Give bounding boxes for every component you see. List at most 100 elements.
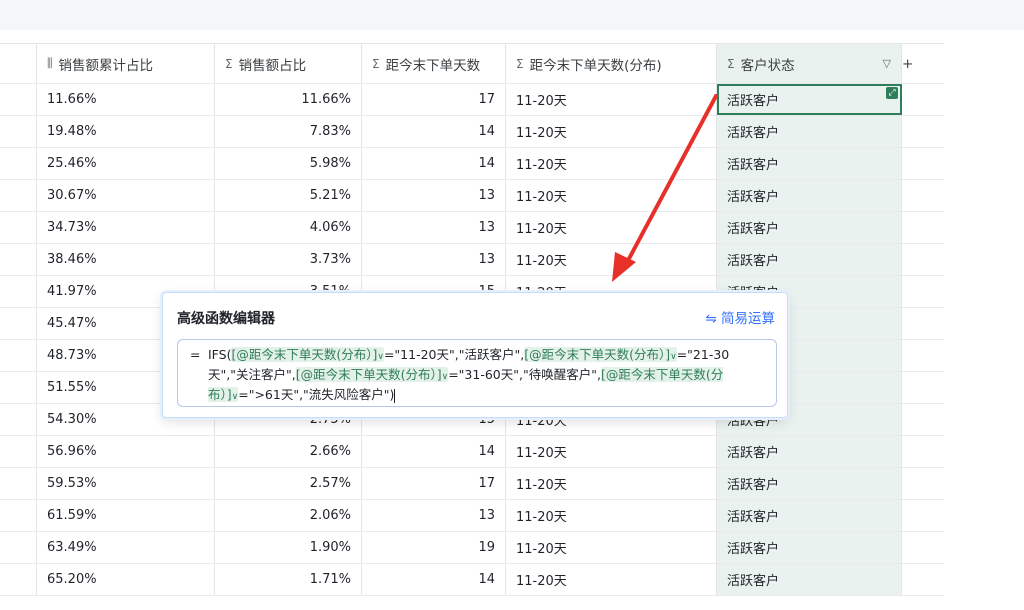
row-index-cell[interactable] xyxy=(0,340,37,371)
customer-status-cell[interactable]: 活跃客户 xyxy=(717,436,902,467)
days-since-order-cell[interactable]: 13 xyxy=(362,244,506,275)
row-index-header xyxy=(0,44,37,83)
days-since-order-cell[interactable]: 19 xyxy=(362,532,506,563)
chevron-down-icon[interactable]: ∨ xyxy=(377,352,384,362)
empty-cell xyxy=(902,372,944,403)
customer-status-cell[interactable]: 活跃客户 xyxy=(717,532,902,563)
cumulative-share-cell[interactable]: 56.96% xyxy=(37,436,215,467)
days-distribution-cell[interactable]: 11-20天 xyxy=(506,148,717,179)
row-index-cell[interactable] xyxy=(0,180,37,211)
column-header-sales-share[interactable]: Σ 销售额占比 xyxy=(215,44,362,83)
days-since-order-cell[interactable]: 13 xyxy=(362,500,506,531)
field-reference[interactable]: [@距今末下单天数(分布）]∨ xyxy=(231,347,384,362)
formula-text: IFS( xyxy=(208,347,232,362)
filter-icon[interactable]: ▽ xyxy=(883,57,891,70)
days-distribution-cell[interactable]: 11-20天 xyxy=(506,532,717,563)
days-distribution-cell[interactable]: 11-20天 xyxy=(506,436,717,467)
row-index-cell[interactable] xyxy=(0,84,37,115)
row-index-cell[interactable] xyxy=(0,244,37,275)
customer-status-cell[interactable]: 活跃客户 xyxy=(717,500,902,531)
days-since-order-cell[interactable]: 13 xyxy=(362,212,506,243)
cumulative-share-cell[interactable]: 38.46% xyxy=(37,244,215,275)
chevron-down-icon[interactable]: ∨ xyxy=(670,352,677,362)
days-distribution-cell[interactable]: 11-20天 xyxy=(506,84,717,115)
customer-status-cell[interactable]: 活跃客户 xyxy=(717,116,902,147)
cumulative-share-cell[interactable]: 65.20% xyxy=(37,564,215,595)
cumulative-share-cell[interactable]: 63.49% xyxy=(37,532,215,563)
cumulative-share-cell[interactable]: 59.53% xyxy=(37,468,215,499)
row-index-cell[interactable] xyxy=(0,404,37,435)
days-since-order-cell[interactable]: 14 xyxy=(362,564,506,595)
field-reference-label: [@距今末下单天数(分布）] xyxy=(231,347,378,362)
days-since-order-cell[interactable]: 14 xyxy=(362,436,506,467)
add-column-button[interactable]: + xyxy=(902,44,944,83)
days-since-order-cell[interactable]: 13 xyxy=(362,180,506,211)
top-toolbar xyxy=(0,0,1024,30)
days-distribution-cell[interactable]: 11-20天 xyxy=(506,500,717,531)
sales-share-cell[interactable]: 2.06% xyxy=(215,500,362,531)
formula-input[interactable]: = IFS([@距今末下单天数(分布）]∨="11-20天","活跃客户",[@… xyxy=(177,339,777,407)
row-index-cell[interactable] xyxy=(0,500,37,531)
row-index-cell[interactable] xyxy=(0,468,37,499)
days-distribution-cell[interactable]: 11-20天 xyxy=(506,564,717,595)
row-index-cell[interactable] xyxy=(0,532,37,563)
customer-status-cell[interactable]: 活跃客户 xyxy=(717,564,902,595)
cumulative-share-cell[interactable]: 61.59% xyxy=(37,500,215,531)
customer-status-cell[interactable]: 活跃客户 ⤢ xyxy=(717,84,902,115)
sales-share-cell[interactable]: 1.71% xyxy=(215,564,362,595)
empty-cell xyxy=(902,564,944,595)
sales-share-cell[interactable]: 4.06% xyxy=(215,212,362,243)
row-index-cell[interactable] xyxy=(0,436,37,467)
days-distribution-cell[interactable]: 11-20天 xyxy=(506,116,717,147)
cumulative-share-cell[interactable]: 25.46% xyxy=(37,148,215,179)
days-since-order-cell[interactable]: 14 xyxy=(362,148,506,179)
row-index-cell[interactable] xyxy=(0,564,37,595)
customer-status-cell[interactable]: 活跃客户 xyxy=(717,212,902,243)
table-row: 65.20% 1.71% 14 11-20天 活跃客户 xyxy=(0,564,944,596)
days-distribution-cell[interactable]: 11-20天 xyxy=(506,212,717,243)
customer-status-cell[interactable]: 活跃客户 xyxy=(717,244,902,275)
column-header-cumulative-share[interactable]: ⫼ 销售额累计占比 xyxy=(37,44,215,83)
row-index-cell[interactable] xyxy=(0,372,37,403)
days-distribution-cell[interactable]: 11-20天 xyxy=(506,468,717,499)
days-since-order-cell[interactable]: 14 xyxy=(362,116,506,147)
sales-share-cell[interactable]: 5.21% xyxy=(215,180,362,211)
days-distribution-cell[interactable]: 11-20天 xyxy=(506,244,717,275)
cumulative-share-cell[interactable]: 11.66% xyxy=(37,84,215,115)
days-since-order-cell[interactable]: 17 xyxy=(362,84,506,115)
field-reference[interactable]: [@距今末下单天数(分布）]∨ xyxy=(524,347,677,362)
field-reference[interactable]: [@距今末下单天数(分布）]∨ xyxy=(295,367,449,382)
days-distribution-cell[interactable]: 11-20天 xyxy=(506,180,717,211)
table-row: 34.73% 4.06% 13 11-20天 活跃客户 xyxy=(0,212,944,244)
cumulative-share-cell[interactable]: 34.73% xyxy=(37,212,215,243)
customer-status-cell[interactable]: 活跃客户 xyxy=(717,180,902,211)
sales-share-cell[interactable]: 5.98% xyxy=(215,148,362,179)
sales-share-cell[interactable]: 11.66% xyxy=(215,84,362,115)
empty-cell xyxy=(902,148,944,179)
row-index-cell[interactable] xyxy=(0,116,37,147)
days-since-order-cell[interactable]: 17 xyxy=(362,468,506,499)
row-index-cell[interactable] xyxy=(0,212,37,243)
row-index-cell[interactable] xyxy=(0,308,37,339)
sales-share-cell[interactable]: 2.57% xyxy=(215,468,362,499)
table-row: 61.59% 2.06% 13 11-20天 活跃客户 xyxy=(0,500,944,532)
sales-share-cell[interactable]: 3.73% xyxy=(215,244,362,275)
customer-status-cell[interactable]: 活跃客户 xyxy=(717,148,902,179)
table-row: 59.53% 2.57% 17 11-20天 活跃客户 xyxy=(0,468,944,500)
formula-text: =">61天","流失风险客户") xyxy=(238,387,395,402)
cumulative-share-cell[interactable]: 30.67% xyxy=(37,180,215,211)
cumulative-share-cell[interactable]: 19.48% xyxy=(37,116,215,147)
simple-mode-link[interactable]: ⇋ 简易运算 xyxy=(705,307,775,327)
row-index-cell[interactable] xyxy=(0,276,37,307)
row-index-cell[interactable] xyxy=(0,148,37,179)
empty-cell xyxy=(902,532,944,563)
sales-share-cell[interactable]: 1.90% xyxy=(215,532,362,563)
sigma-icon: Σ xyxy=(372,56,380,71)
expand-icon[interactable]: ⤢ xyxy=(886,87,898,99)
sales-share-cell[interactable]: 7.83% xyxy=(215,116,362,147)
column-header-customer-status[interactable]: Σ 客户状态 ▽ xyxy=(717,44,902,83)
sales-share-cell[interactable]: 2.66% xyxy=(215,436,362,467)
customer-status-cell[interactable]: 活跃客户 xyxy=(717,468,902,499)
column-header-days-distribution[interactable]: Σ 距今末下单天数(分布) xyxy=(506,44,717,83)
column-header-days-since-order[interactable]: Σ 距今末下单天数 xyxy=(362,44,506,83)
